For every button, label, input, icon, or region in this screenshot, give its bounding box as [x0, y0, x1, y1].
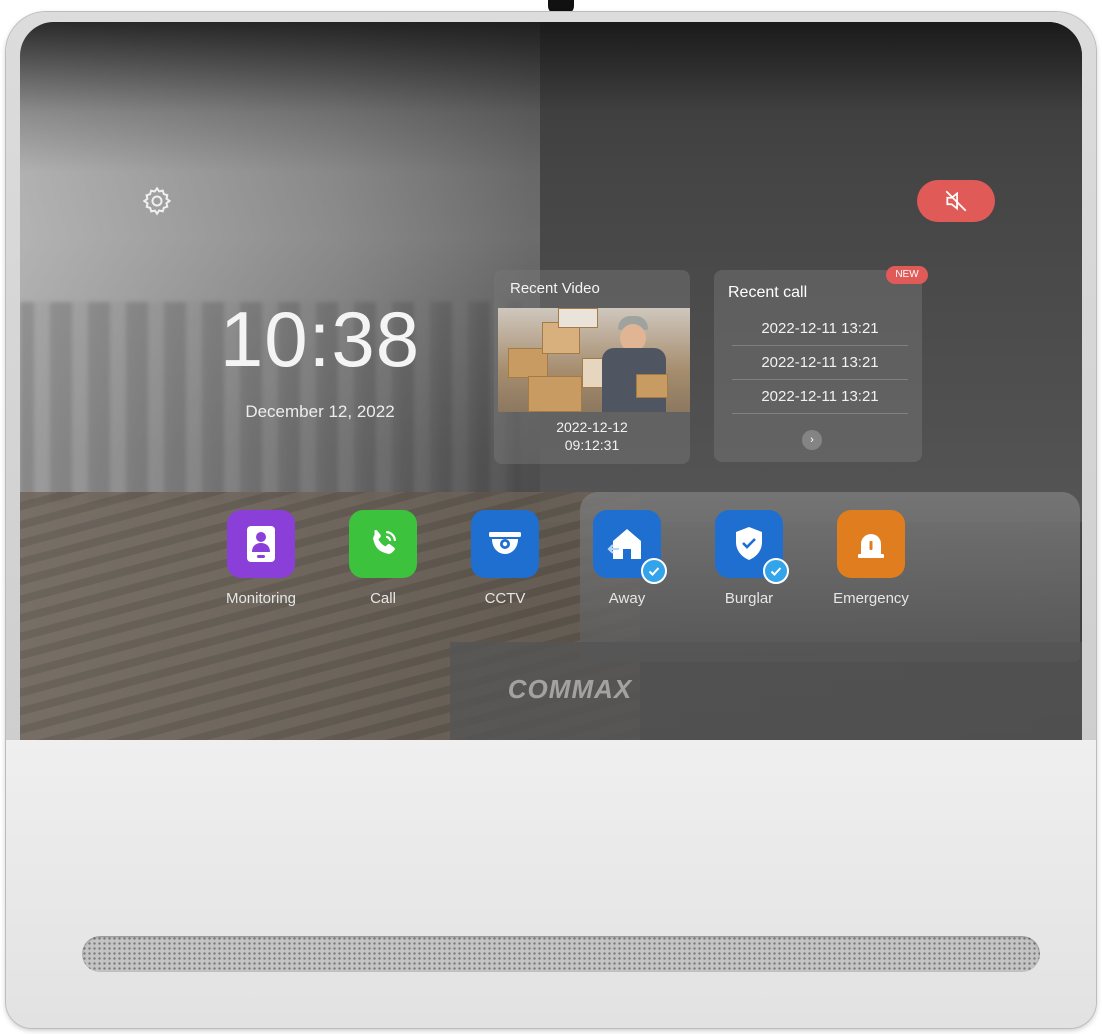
checkmark-icon	[770, 567, 782, 576]
home-away-icon	[607, 529, 641, 559]
app-label: Emergency	[833, 590, 909, 607]
recent-call-entry[interactable]: 2022-12-11 13:21	[732, 354, 908, 380]
brand-logo: COMMAX	[507, 674, 633, 704]
away-active-badge	[641, 558, 667, 584]
phone-icon	[373, 529, 396, 554]
monitoring-tile	[227, 510, 295, 578]
dome-camera-icon	[489, 532, 521, 554]
settings-button[interactable]	[138, 182, 176, 220]
gear-icon	[142, 186, 172, 216]
app-away[interactable]: Away	[572, 510, 682, 607]
app-label: Away	[608, 590, 646, 607]
screen-glare	[20, 22, 1082, 172]
app-label: Burglar	[724, 590, 774, 607]
app-burglar[interactable]: Burglar	[694, 510, 804, 607]
new-badge: NEW	[886, 266, 928, 284]
recent-call-entry[interactable]: 2022-12-11 13:21	[732, 388, 908, 414]
device-bottom-panel	[6, 740, 1096, 1028]
recent-call-more-button[interactable]: ›	[802, 430, 822, 450]
recent-call-card: Recent call 2022-12-11 13:21 2022-12-11 …	[714, 270, 922, 462]
mute-button[interactable]	[917, 180, 995, 222]
chevron-right-icon: ›	[810, 434, 814, 446]
app-label: Monitoring	[225, 590, 297, 607]
call-tile	[349, 510, 417, 578]
app-emergency[interactable]: Emergency	[816, 510, 926, 607]
clock-date: December 12, 2022	[245, 402, 395, 421]
intercom-icon	[247, 526, 275, 562]
recent-video-timestamp: 2022-12-12 09:12:31	[494, 418, 690, 454]
burglar-tile	[715, 510, 789, 584]
away-tile	[593, 510, 667, 584]
recent-call-title: Recent call	[728, 284, 808, 301]
app-call[interactable]: Call	[328, 510, 438, 607]
speaker-muted-icon	[945, 190, 967, 212]
home-screen: 10:38 December 12, 2022 Recent Video 202…	[20, 22, 1082, 740]
app-label: CCTV	[484, 590, 526, 607]
recent-video-date: 2022-12-12	[556, 419, 628, 435]
checkmark-icon	[648, 567, 660, 576]
burglar-active-badge	[763, 558, 789, 584]
alarm-bell-icon	[858, 534, 884, 558]
app-label: Call	[370, 590, 396, 607]
emergency-tile	[837, 510, 905, 578]
app-monitoring[interactable]: Monitoring	[206, 510, 316, 607]
speaker-grille	[82, 936, 1040, 972]
app-cctv[interactable]: CCTV	[450, 510, 560, 607]
recent-video-thumbnail[interactable]	[498, 308, 690, 412]
recent-call-entry[interactable]: 2022-12-11 13:21	[732, 320, 908, 346]
intercom-device: 10:38 December 12, 2022 Recent Video 202…	[6, 12, 1096, 1028]
recent-video-time: 09:12:31	[564, 437, 620, 453]
clock-time: 10:38	[219, 295, 421, 383]
shield-icon	[736, 527, 762, 560]
recent-video-title: Recent Video	[510, 280, 600, 297]
recent-video-card[interactable]: Recent Video 2022-12-12 09:12:31	[494, 270, 690, 464]
cctv-tile	[471, 510, 539, 578]
